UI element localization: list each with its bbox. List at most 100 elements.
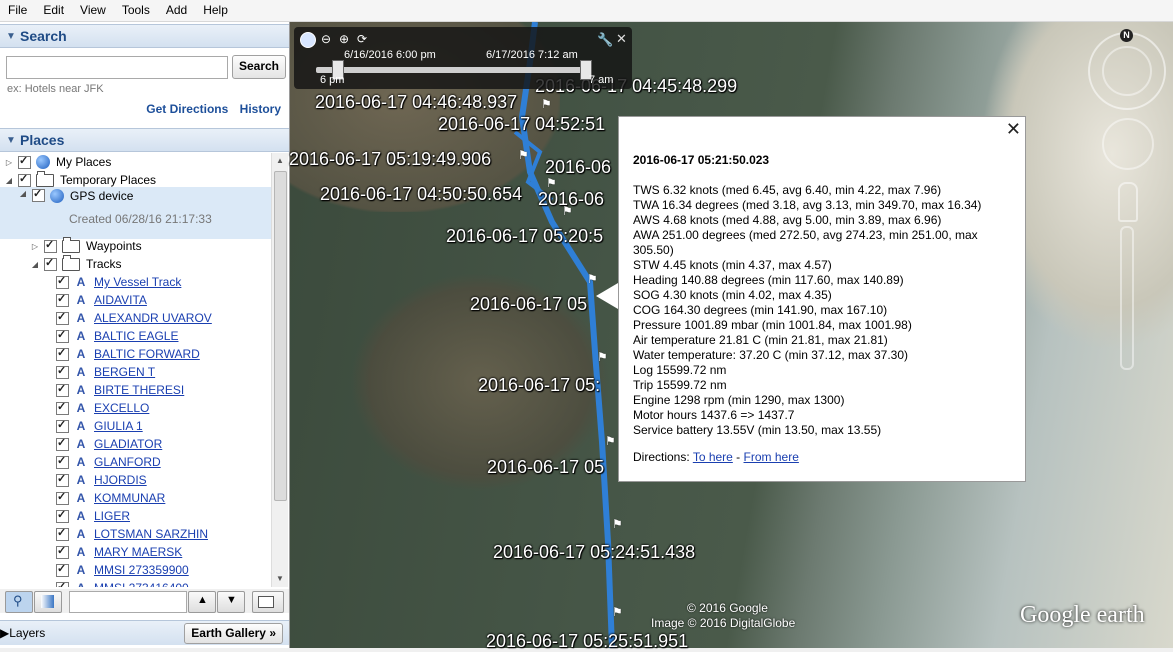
places-filter-input[interactable]	[69, 591, 187, 613]
track-link[interactable]: BIRTE THERESI	[94, 383, 184, 397]
track-point-label[interactable]: 2016-06-17 05	[470, 294, 587, 315]
clock-icon[interactable]	[300, 32, 316, 48]
track-link[interactable]: GLADIATOR	[94, 437, 162, 451]
checkbox[interactable]	[56, 508, 69, 523]
checkbox[interactable]	[56, 436, 69, 451]
zoom-slider[interactable]	[1120, 226, 1134, 370]
track-link[interactable]: AIDAVITA	[94, 293, 147, 307]
checkbox[interactable]	[56, 382, 69, 397]
checkbox[interactable]	[56, 526, 69, 541]
track-point-label[interactable]: 2016-06-17 05:	[478, 375, 600, 396]
collapse-icon[interactable]: ◢	[4, 176, 14, 185]
search-panel-header[interactable]: ▼ Search	[0, 24, 289, 48]
tree-item-waypoints[interactable]: ▷ Waypoints	[0, 236, 271, 255]
checkbox[interactable]	[56, 310, 69, 325]
checkbox[interactable]	[44, 256, 57, 271]
track-point-label[interactable]: 2016-06-17 04:52:51	[438, 114, 605, 135]
tree-item-my-places[interactable]: ▷ My Places	[0, 153, 271, 171]
move-down-button[interactable]: ▼	[217, 591, 245, 613]
checkbox[interactable]	[56, 400, 69, 415]
track-link[interactable]: MMSI 273416400	[94, 581, 189, 587]
track-point-label[interactable]: 2016-06-17 05:25:51.951	[486, 631, 688, 652]
track-point-label[interactable]: 2016-06-17 05	[487, 457, 604, 478]
collapse-triangle-icon[interactable]: ▼	[4, 135, 18, 146]
track-item[interactable]: A MMSI 273416400	[0, 579, 271, 587]
track-link[interactable]: ALEXANDR UVAROV	[94, 311, 212, 325]
checkbox[interactable]	[56, 418, 69, 433]
tree-item-tracks[interactable]: ◢ Tracks	[0, 254, 271, 273]
collapse-icon[interactable]: ◢	[18, 189, 28, 198]
close-icon[interactable]: ✕	[616, 31, 627, 47]
checkbox[interactable]	[56, 454, 69, 469]
scroll-thumb[interactable]	[274, 171, 287, 501]
look-joystick-inner[interactable]	[1102, 46, 1152, 96]
track-item[interactable]: A My Vessel Track	[0, 273, 271, 291]
track-point-flag-icon[interactable]: ⚑	[612, 517, 624, 531]
track-point-flag-icon[interactable]: ⚑	[597, 350, 609, 364]
track-point-flag-icon[interactable]: ⚑	[587, 272, 599, 286]
track-link[interactable]: LIGER	[94, 509, 130, 523]
from-here-link[interactable]: From here	[744, 450, 799, 464]
checkbox[interactable]	[56, 490, 69, 505]
track-item[interactable]: A BIRTE THERESI	[0, 381, 271, 399]
track-item[interactable]: A KOMMUNAR	[0, 489, 271, 507]
menu-view[interactable]: View	[72, 0, 114, 21]
menu-file[interactable]: File	[0, 0, 35, 21]
search-button[interactable]: Search	[232, 55, 286, 79]
track-point-flag-icon[interactable]: ⚑	[605, 434, 617, 448]
places-scrollbar[interactable]: ▲ ▼	[271, 153, 288, 587]
move-up-button[interactable]: ▲	[188, 591, 216, 613]
places-panel-header[interactable]: ▼ Places	[0, 128, 289, 152]
track-link[interactable]: MARY MAERSK	[94, 545, 182, 559]
to-here-link[interactable]: To here	[693, 450, 733, 464]
track-item[interactable]: A GLANFORD	[0, 453, 271, 471]
checkbox[interactable]	[18, 172, 31, 187]
track-link[interactable]: BALTIC FORWARD	[94, 347, 200, 361]
checkbox[interactable]	[56, 472, 69, 487]
search-input[interactable]	[6, 56, 228, 79]
earth-gallery-button[interactable]: Earth Gallery »	[184, 623, 283, 644]
menu-add[interactable]: Add	[158, 0, 195, 21]
checkbox[interactable]	[44, 238, 57, 253]
move-joystick[interactable]	[1102, 118, 1154, 170]
track-link[interactable]: LOTSMAN SARZHIN	[94, 527, 208, 541]
track-point-label[interactable]: 2016-06-17 05:19:49.906	[289, 149, 491, 170]
expand-triangle-icon[interactable]: ▶	[0, 626, 9, 640]
track-item[interactable]: A BALTIC EAGLE	[0, 327, 271, 345]
track-point-label[interactable]: 2016-06-17 04:50:50.654	[320, 184, 522, 205]
checkbox[interactable]	[56, 274, 69, 289]
menu-help[interactable]: Help	[195, 0, 236, 21]
track-link[interactable]: GLANFORD	[94, 455, 161, 469]
menu-edit[interactable]: Edit	[35, 0, 72, 21]
track-item[interactable]: A EXCELLO	[0, 399, 271, 417]
track-link[interactable]: My Vessel Track	[94, 275, 181, 289]
track-point-flag-icon[interactable]: ⚑	[518, 148, 530, 162]
track-link[interactable]: HJORDIS	[94, 473, 147, 487]
search-places-button[interactable]: ⚲	[5, 591, 33, 613]
track-link[interactable]: MMSI 273359900	[94, 563, 189, 577]
track-point-label[interactable]: 2016-06-17 04:46:48.937	[315, 92, 517, 113]
track-item[interactable]: A ALEXANDR UVAROV	[0, 309, 271, 327]
checkbox[interactable]	[56, 292, 69, 307]
wrench-icon[interactable]: 🔧	[597, 32, 613, 48]
track-item[interactable]: A HJORDIS	[0, 471, 271, 489]
track-item[interactable]: A LOTSMAN SARZHIN	[0, 525, 271, 543]
track-link[interactable]: BALTIC EAGLE	[94, 329, 178, 343]
get-directions-link[interactable]: Get Directions	[146, 102, 228, 116]
collapse-icon[interactable]: ◢	[30, 260, 40, 269]
checkbox[interactable]	[56, 562, 69, 577]
north-compass-icon[interactable]: N	[1120, 29, 1133, 42]
expand-icon[interactable]: ▷	[30, 242, 40, 251]
track-link[interactable]: EXCELLO	[94, 401, 149, 415]
track-point-flag-icon[interactable]: ⚑	[562, 204, 574, 218]
checkbox[interactable]	[56, 346, 69, 361]
track-link[interactable]: GIULIA 1	[94, 419, 143, 433]
street-view-pegman-icon[interactable]	[1118, 182, 1138, 222]
menu-tools[interactable]: Tools	[114, 0, 158, 21]
add-folder-button[interactable]	[252, 591, 284, 613]
track-point-flag-icon[interactable]: ⚑	[612, 605, 624, 619]
zoom-in-time-icon[interactable]: ⊕	[339, 32, 349, 46]
track-item[interactable]: A BALTIC FORWARD	[0, 345, 271, 363]
track-item[interactable]: A BERGEN T	[0, 363, 271, 381]
scroll-down-icon[interactable]: ▼	[272, 571, 288, 587]
